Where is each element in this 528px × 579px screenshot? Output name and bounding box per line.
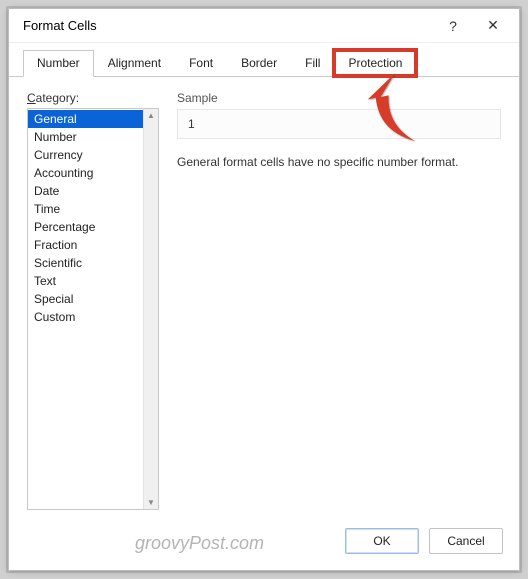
tab-fill[interactable]: Fill (291, 50, 334, 76)
category-item-time[interactable]: Time (28, 200, 143, 218)
category-item-date[interactable]: Date (28, 182, 143, 200)
format-cells-dialog: Format Cells ? ✕ Number Alignment Font B… (8, 8, 520, 571)
ok-button[interactable]: OK (345, 528, 419, 554)
watermark-text: groovyPost.com (25, 533, 264, 554)
help-icon: ? (449, 18, 457, 34)
category-item-fraction[interactable]: Fraction (28, 236, 143, 254)
dialog-content: Category: General Number Currency Accoun… (9, 77, 519, 520)
tab-alignment[interactable]: Alignment (94, 50, 175, 76)
scroll-up-icon[interactable]: ▲ (147, 111, 155, 120)
category-item-scientific[interactable]: Scientific (28, 254, 143, 272)
dialog-title: Format Cells (23, 18, 433, 33)
category-listbox[interactable]: General Number Currency Accounting Date … (27, 108, 159, 510)
category-items: General Number Currency Accounting Date … (28, 109, 143, 509)
category-panel: Category: General Number Currency Accoun… (27, 91, 159, 510)
tab-number[interactable]: Number (23, 50, 94, 77)
category-item-text[interactable]: Text (28, 272, 143, 290)
button-row: OK Cancel (345, 528, 503, 554)
category-item-percentage[interactable]: Percentage (28, 218, 143, 236)
scrollbar[interactable]: ▲ ▼ (143, 109, 158, 509)
category-item-custom[interactable]: Custom (28, 308, 143, 326)
tab-row: Number Alignment Font Border Fill Protec… (9, 43, 519, 77)
sample-panel: Sample 1 General format cells have no sp… (177, 91, 501, 510)
sample-value: 1 (188, 117, 195, 131)
help-button[interactable]: ? (433, 12, 473, 40)
category-item-number[interactable]: Number (28, 128, 143, 146)
titlebar: Format Cells ? ✕ (9, 9, 519, 43)
tab-border[interactable]: Border (227, 50, 291, 76)
dialog-footer: groovyPost.com OK Cancel (9, 520, 519, 570)
tab-font[interactable]: Font (175, 50, 227, 76)
category-item-currency[interactable]: Currency (28, 146, 143, 164)
sample-label: Sample (177, 91, 501, 105)
tab-protection[interactable]: Protection (334, 50, 416, 76)
sample-value-box: 1 (177, 109, 501, 139)
close-button[interactable]: ✕ (473, 12, 513, 40)
category-item-accounting[interactable]: Accounting (28, 164, 143, 182)
category-item-special[interactable]: Special (28, 290, 143, 308)
scroll-down-icon[interactable]: ▼ (147, 498, 155, 507)
format-description: General format cells have no specific nu… (177, 155, 501, 171)
close-icon: ✕ (487, 17, 499, 34)
cancel-button[interactable]: Cancel (429, 528, 503, 554)
category-label: Category: (27, 91, 159, 105)
category-item-general[interactable]: General (28, 110, 143, 128)
